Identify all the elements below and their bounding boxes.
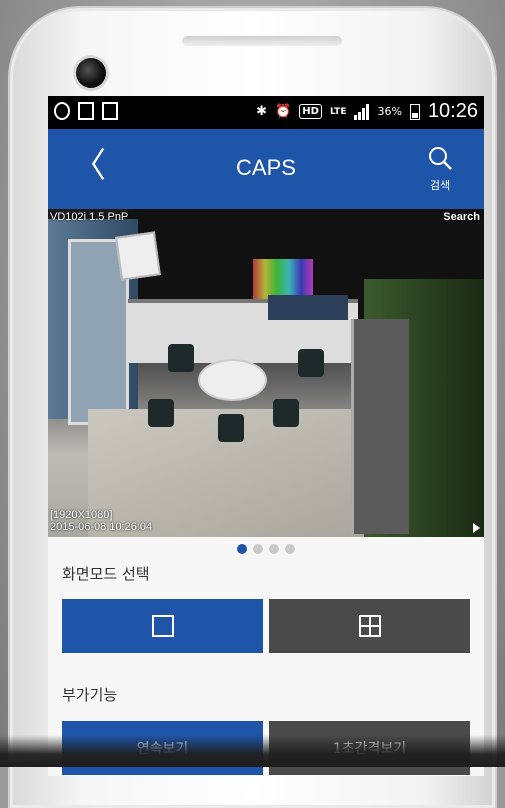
single-square-icon — [151, 615, 174, 637]
single-view-button[interactable] — [62, 599, 263, 653]
page-dot[interactable] — [237, 544, 247, 554]
lte-label: LTE — [329, 106, 347, 117]
signal-icon — [354, 103, 370, 120]
bottom-shadow — [0, 735, 505, 767]
camera-info-overlay: [1920X1080] 2015-06-08 10:26:04 — [50, 509, 152, 533]
camera-model-overlay: VD102i 1.5 PnP — [50, 211, 129, 223]
phone-screen: ✱ ⏰ HD LTE 36% 10:26 〈 CAPS 검색 VD102i 1.… — [48, 96, 484, 776]
earpiece-speaker — [182, 36, 342, 46]
alarm-icon: ⏰ — [275, 104, 292, 119]
quad-view-button[interactable] — [269, 599, 470, 653]
timestamp-text: 2015-06-08 10:26:04 — [50, 521, 153, 533]
ring-icon — [54, 102, 70, 120]
page-dot[interactable] — [269, 544, 279, 554]
search-button[interactable]: 검색 — [420, 145, 460, 193]
screen-mode-heading: 화면모드 선택 — [62, 565, 150, 583]
phone-frame: ✱ ⏰ HD LTE 36% 10:26 〈 CAPS 검색 VD102i 1.… — [10, 8, 495, 808]
hd-badge: HD — [299, 104, 322, 119]
chart-icon — [102, 102, 118, 120]
search-label: 검색 — [429, 179, 451, 192]
resolution-text: [1920X1080] — [50, 509, 113, 521]
app-bar: 〈 CAPS 검색 — [48, 129, 484, 209]
search-icon — [429, 147, 452, 170]
camera-search-overlay[interactable]: Search — [443, 211, 480, 223]
page-dot[interactable] — [285, 544, 295, 554]
page-dot[interactable] — [253, 544, 263, 554]
battery-icon — [409, 103, 420, 120]
grid-four-icon — [358, 615, 381, 637]
bluetooth-icon: ✱ — [256, 104, 268, 119]
image-icon — [78, 102, 94, 120]
battery-percent: 36% — [377, 105, 402, 118]
status-bar: ✱ ⏰ HD LTE 36% 10:26 — [48, 96, 484, 129]
front-camera — [76, 58, 106, 88]
extras-heading: 부가기능 — [62, 686, 118, 704]
play-icon[interactable] — [473, 523, 480, 533]
clock: 10:26 — [427, 100, 478, 122]
screen-mode-selector — [62, 599, 470, 653]
page-title: CAPS — [236, 155, 296, 180]
page-indicator — [48, 544, 484, 554]
camera-feed[interactable]: VD102i 1.5 PnP Search [1920X1080] 2015-0… — [48, 209, 484, 537]
